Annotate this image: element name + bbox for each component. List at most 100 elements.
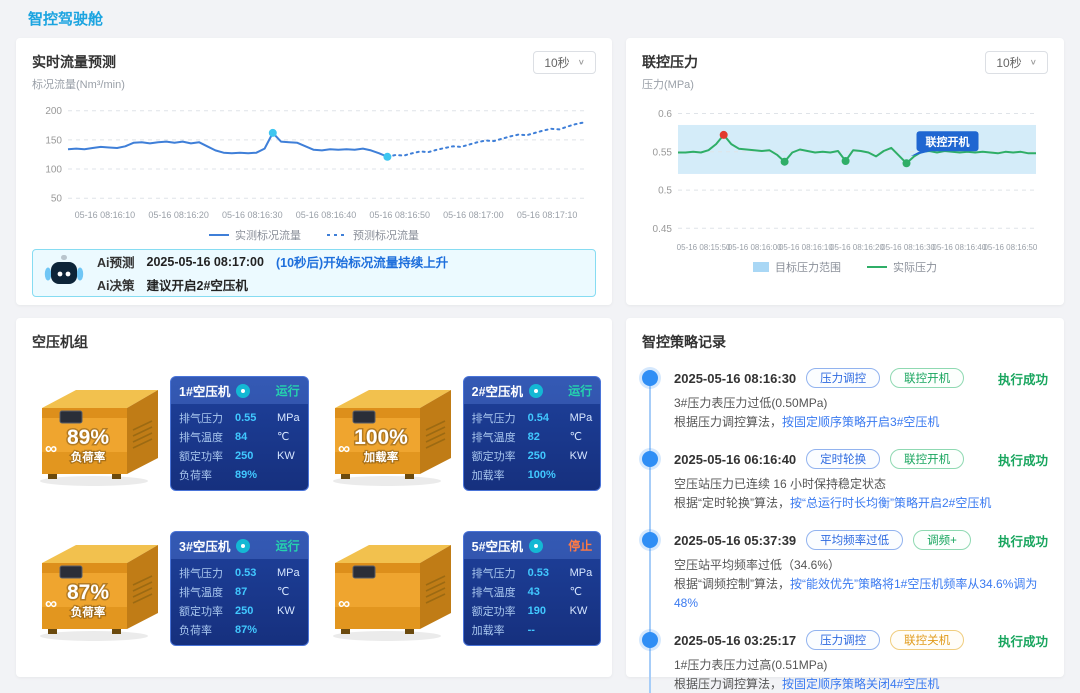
record-tag: 调频+ (913, 530, 971, 550)
record-action-link[interactable]: 按固定顺序策略开启3#空压机 (782, 415, 939, 429)
strategy-panel: 智控策略记录 2025-05-16 08:16:30 压力调控联控开机执行成功 … (626, 318, 1064, 677)
svg-text:05-16 08:16:10: 05-16 08:16:10 (779, 243, 833, 252)
metric-value: 250 (235, 605, 277, 617)
metric-label: 排气温度 (472, 584, 528, 600)
pressure-panel-title: 联控压力 (642, 52, 698, 72)
metric-row: 额定功率190KW (472, 601, 593, 620)
record-action-link[interactable]: 按固定顺序策略关闭4#空压机 (782, 677, 939, 691)
record-action: 根据“调频控制”算法，按“能效优先”策略将1#空压机频率从34.6%调为48% (674, 575, 1048, 612)
band-swatch (753, 262, 769, 272)
legend-measured: 实测标况流量 (209, 227, 301, 243)
svg-text:05-16 08:16:30: 05-16 08:16:30 (881, 243, 935, 252)
metric-value: 82 (528, 431, 570, 443)
compressor-image: ∞ 87% 负荷率 (32, 533, 164, 645)
svg-text:100: 100 (45, 165, 62, 176)
compressor-display (60, 411, 82, 423)
svg-text:0.45: 0.45 (653, 224, 673, 235)
metric-label: 排气压力 (472, 565, 528, 581)
pressure-interval-select[interactable]: 10秒 ∨ (985, 51, 1048, 74)
metric-label: 排气压力 (179, 565, 235, 581)
metric-label: 排气温度 (472, 429, 528, 445)
legend-actual-pressure: 实际压力 (867, 259, 937, 275)
flow-forecast-panel: 实时流量预测 10秒 ∨ 标况流量(Nm³/min) 5010015020005… (16, 38, 612, 305)
record-cause: 3#压力表压力过低(0.50MPa) (674, 394, 1048, 413)
compressor-info-card[interactable]: 5#空压机 停止 排气压力0.53MPa排气温度43℃额定功率190KW加载率-… (463, 531, 602, 646)
metric-row: 排气温度84℃ (179, 427, 300, 446)
metric-label: 排气压力 (179, 410, 235, 426)
record-tag: 压力调控 (806, 630, 880, 650)
record-status: 执行成功 (998, 631, 1048, 650)
svg-text:联控开机: 联控开机 (926, 134, 970, 148)
chevron-down-icon: ∨ (578, 58, 585, 67)
metric-label: 负荷率 (179, 467, 235, 483)
compressor-info-card[interactable]: 2#空压机 运行 排气压力0.54MPa排气温度82℃额定功率250KW加载率1… (463, 376, 602, 491)
compressor-title: 1#空压机 (179, 381, 230, 400)
metric-unit: MPa (570, 412, 593, 424)
metric-value: 87 (235, 586, 277, 598)
metric-label: 排气压力 (472, 410, 528, 426)
metric-unit: MPa (570, 567, 593, 579)
svg-text:05-16 08:16:50: 05-16 08:16:50 (983, 243, 1037, 252)
flow-panel-title: 实时流量预测 (32, 52, 116, 72)
metric-value: 87% (235, 624, 277, 636)
svg-text:0.5: 0.5 (658, 186, 672, 197)
compressor-info-card[interactable]: 1#空压机 运行 排气压力0.55MPa排气温度84℃额定功率250KW负荷率8… (170, 376, 309, 491)
record-action: 根据压力调控算法，按固定顺序策略关闭4#空压机 (674, 675, 1048, 693)
record-tag: 联控开机 (890, 368, 964, 388)
pressure-chart: 0.450.50.550.605-16 08:15:5005-16 08:16:… (642, 94, 1048, 259)
metric-value: 100% (528, 469, 570, 481)
metric-value: 89% (235, 469, 277, 481)
record-action-link[interactable]: 按“总运行时长均衡”策略开启2#空压机 (790, 496, 991, 510)
compressor-display (60, 566, 82, 578)
ai-decision-label: Ai决策 (97, 275, 135, 294)
record-action: 根据“定时轮换”算法，按“总运行时长均衡”策略开启2#空压机 (674, 494, 1048, 513)
record-cause: 空压站压力已连续 16 小时保持稳定状态 (674, 475, 1048, 494)
pressure-ylabel: 压力(MPa) (642, 76, 1048, 92)
compressor-status: 运行 (276, 382, 300, 399)
compressor-unit: ∞ 100% 加载率 2#空压机 运行 排气压力0.54MPa排气温度82℃额定… (325, 376, 602, 491)
strategy-record: 2025-05-16 08:16:30 压力调控联控开机执行成功 3#压力表压力… (642, 368, 1048, 449)
green-line-swatch (867, 266, 887, 268)
metric-label: 加载率 (472, 622, 528, 638)
strategy-panel-title: 智控策略记录 (642, 332, 726, 352)
compressor-mode-icon (236, 539, 250, 553)
metric-row: 额定功率250KW (472, 446, 593, 465)
metric-row: 额定功率250KW (179, 446, 300, 465)
svg-text:05-16 08:16:10: 05-16 08:16:10 (75, 210, 136, 220)
ai-robot-icon (43, 253, 85, 294)
compressor-title: 3#空压机 (179, 536, 230, 555)
metric-row: 额定功率250KW (179, 601, 300, 620)
compressor-image: ∞ 100% 加载率 (325, 378, 457, 490)
metric-unit: KW (570, 605, 588, 617)
metric-row: 排气温度82℃ (472, 427, 593, 446)
compressor-metrics: 排气压力0.54MPa排气温度82℃额定功率250KW加载率100% (464, 404, 601, 490)
compressor-metrics: 排气压力0.55MPa排气温度84℃额定功率250KW负荷率89% (171, 404, 308, 490)
strategy-record: 2025-05-16 05:37:39 平均频率过低调频+执行成功 空压站平均频… (642, 530, 1048, 630)
compressor-info-card[interactable]: 3#空压机 运行 排气压力0.53MPa排气温度87℃额定功率250KW负荷率8… (170, 531, 309, 646)
compressor-units-grid: ∞ 89% 负荷率 1#空压机 运行 排气压力0.55MPa排气温度84℃额定功… (32, 376, 596, 646)
metric-unit: KW (570, 450, 588, 462)
ai-predict-time: 2025-05-16 08:17:00 (147, 255, 264, 269)
timeline-dot-icon (642, 532, 658, 548)
record-cause: 空压站平均频率过低（34.6%） (674, 556, 1048, 575)
pressure-panel: 联控压力 10秒 ∨ 压力(MPa) 0.450.50.550.605-16 0… (626, 38, 1064, 305)
timeline-dot-icon (642, 370, 658, 386)
record-status: 执行成功 (998, 531, 1048, 550)
record-tag: 联控开机 (890, 449, 964, 469)
flow-interval-select[interactable]: 10秒 ∨ (533, 51, 596, 74)
flow-legend: 实测标况流量 预测标况流量 (32, 227, 596, 243)
metric-value: 0.53 (235, 567, 277, 579)
metric-label: 额定功率 (179, 448, 235, 464)
record-tag: 定时轮换 (806, 449, 880, 469)
timeline-dot-icon (642, 451, 658, 467)
metric-value: 43 (528, 586, 570, 598)
record-tag: 压力调控 (806, 368, 880, 388)
metric-unit: KW (277, 450, 295, 462)
compressor-mode-icon (236, 384, 250, 398)
legend-target-range: 目标压力范围 (753, 259, 841, 275)
metric-unit: KW (277, 605, 295, 617)
load-label: 加载率 (362, 450, 398, 464)
metric-value: 190 (528, 605, 570, 617)
metric-row: 负荷率87% (179, 620, 300, 639)
compressor-status: 停止 (568, 537, 592, 554)
